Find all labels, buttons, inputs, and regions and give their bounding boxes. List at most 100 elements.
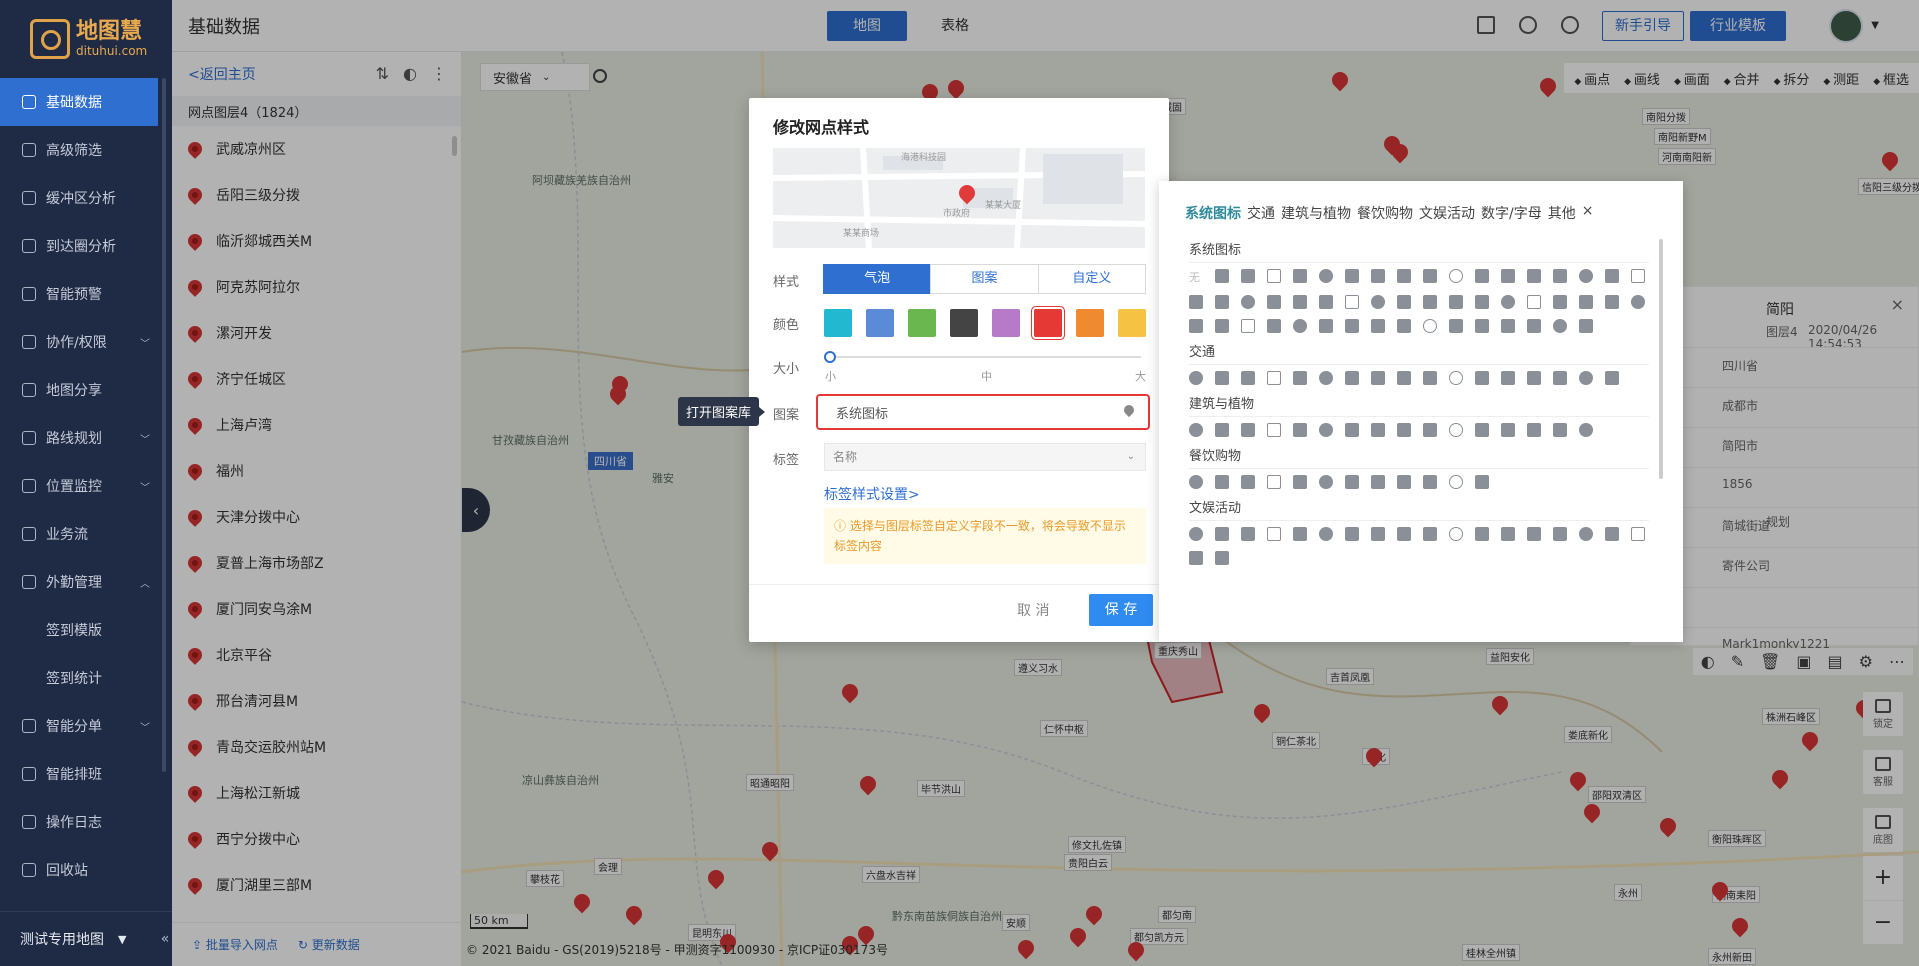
symbol-icon[interactable] — [1579, 295, 1593, 309]
pattern-input[interactable]: 系统图标 — [816, 394, 1150, 430]
symbol-icon[interactable] — [1267, 475, 1281, 489]
nav-sub-item[interactable]: 签到统计 — [0, 654, 172, 702]
symbol-icon[interactable] — [1449, 319, 1463, 333]
symbol-icon[interactable] — [1397, 295, 1411, 309]
symbol-icon[interactable] — [1579, 371, 1593, 385]
symbol-icon[interactable] — [1371, 319, 1385, 333]
nav-item[interactable]: 智能分单 ﹀ — [0, 702, 172, 750]
symbol-icon[interactable] — [1423, 295, 1437, 309]
symbol-icon[interactable] — [1241, 269, 1255, 283]
nav-item[interactable]: 高级筛选 — [0, 126, 172, 174]
symbol-icon[interactable] — [1293, 423, 1307, 437]
symbol-icon[interactable] — [1319, 269, 1333, 283]
nav-item[interactable]: 到达圈分析 — [0, 222, 172, 270]
symbol-icon[interactable] — [1241, 295, 1255, 309]
symbol-icon[interactable] — [1527, 371, 1541, 385]
symbol-icon[interactable] — [1631, 527, 1645, 541]
symbol-icon[interactable] — [1267, 269, 1281, 283]
symbol-icon[interactable] — [1319, 423, 1333, 437]
symbol-icon[interactable] — [1605, 527, 1619, 541]
size-slider[interactable] — [824, 351, 1141, 363]
symbol-icon[interactable] — [1423, 527, 1437, 541]
symbol-icon[interactable] — [1449, 371, 1463, 385]
symbol-icon[interactable] — [1345, 527, 1359, 541]
collapse-nav-icon[interactable]: « — [158, 919, 172, 959]
symbol-icon[interactable] — [1267, 295, 1281, 309]
nav-footer[interactable]: 测试专用地图 ▼ « — [0, 911, 172, 966]
symbol-icon[interactable] — [1553, 423, 1567, 437]
current-map-select[interactable]: 测试专用地图 — [20, 929, 104, 949]
symbol-icon[interactable] — [1449, 527, 1463, 541]
nav-item[interactable]: 业务流 — [0, 510, 172, 558]
symbol-icon[interactable] — [1527, 423, 1541, 437]
symbol-icon[interactable] — [1189, 423, 1203, 437]
symbol-icon[interactable] — [1631, 269, 1645, 283]
symbol-icon[interactable] — [1215, 551, 1229, 565]
caret-down-icon[interactable]: ▼ — [118, 933, 126, 946]
symbol-icon[interactable] — [1215, 371, 1229, 385]
nav-item[interactable]: 基础数据 — [0, 78, 158, 126]
symbol-icon[interactable] — [1319, 295, 1333, 309]
symbol-icon[interactable] — [1579, 423, 1593, 437]
nav-item[interactable]: 智能预警 — [0, 270, 172, 318]
nav-item[interactable]: 操作日志 — [0, 798, 172, 846]
symbol-icon[interactable] — [1475, 319, 1489, 333]
symbol-icon[interactable] — [1423, 269, 1437, 283]
symbol-icon[interactable] — [1319, 319, 1333, 333]
symbol-icon[interactable] — [1293, 295, 1307, 309]
icon-category-tab[interactable]: 交通 — [1247, 203, 1275, 223]
nav-item[interactable]: 缓冲区分析 — [0, 174, 172, 222]
symbol-icon[interactable] — [1449, 269, 1463, 283]
symbol-icon[interactable] — [1605, 371, 1619, 385]
symbol-icon[interactable] — [1215, 423, 1229, 437]
symbol-icon[interactable] — [1553, 371, 1567, 385]
symbol-icon[interactable] — [1527, 527, 1541, 541]
symbol-icon[interactable] — [1501, 423, 1515, 437]
symbol-icon[interactable] — [1527, 295, 1541, 309]
icon-category-tab[interactable]: 其他 — [1548, 203, 1576, 223]
nav-sub-item[interactable]: 签到模版 — [0, 606, 172, 654]
symbol-icon[interactable] — [1293, 527, 1307, 541]
color-swatch[interactable] — [824, 309, 852, 337]
symbol-icon[interactable] — [1475, 371, 1489, 385]
symbol-icon[interactable] — [1189, 475, 1203, 489]
symbol-icon[interactable] — [1345, 371, 1359, 385]
icon-library-scrollbar[interactable] — [1659, 239, 1663, 479]
symbol-icon[interactable] — [1345, 475, 1359, 489]
symbol-icon[interactable] — [1215, 475, 1229, 489]
symbol-icon[interactable] — [1449, 423, 1463, 437]
symbol-icon[interactable] — [1293, 371, 1307, 385]
nav-item[interactable]: 路线规划 ﹀ — [0, 414, 172, 462]
symbol-icon[interactable] — [1397, 371, 1411, 385]
symbol-icon[interactable] — [1553, 269, 1567, 283]
size-slider-handle[interactable] — [824, 351, 836, 363]
label-field-select[interactable]: 名称 ⌄ — [824, 443, 1146, 471]
color-swatch[interactable] — [992, 309, 1020, 337]
symbol-icon[interactable] — [1553, 527, 1567, 541]
color-swatch[interactable] — [1076, 309, 1104, 337]
cancel-button[interactable]: 取 消 — [1017, 600, 1049, 620]
symbol-icon[interactable] — [1475, 269, 1489, 283]
close-icon[interactable]: × — [1582, 203, 1594, 223]
color-swatch[interactable] — [950, 309, 978, 337]
symbol-icon[interactable] — [1189, 551, 1203, 565]
logo[interactable]: 地图慧 dituhui.com — [0, 0, 172, 78]
symbol-icon[interactable] — [1553, 295, 1567, 309]
symbol-icon[interactable] — [1449, 295, 1463, 309]
color-swatch[interactable] — [1032, 307, 1064, 339]
style-tab-custom[interactable]: 自定义 — [1037, 264, 1146, 294]
symbol-icon[interactable] — [1189, 527, 1203, 541]
symbol-icon[interactable] — [1579, 269, 1593, 283]
symbol-icon[interactable] — [1241, 475, 1255, 489]
symbol-icon[interactable] — [1553, 319, 1567, 333]
symbol-icon[interactable] — [1605, 295, 1619, 309]
symbol-icon[interactable] — [1267, 423, 1281, 437]
symbol-icon[interactable] — [1475, 475, 1489, 489]
symbol-icon[interactable] — [1579, 527, 1593, 541]
icon-category-tab[interactable]: 文娱活动 — [1419, 203, 1475, 223]
symbol-icon[interactable] — [1267, 319, 1281, 333]
symbol-icon[interactable] — [1371, 423, 1385, 437]
symbol-icon[interactable] — [1501, 371, 1515, 385]
symbol-icon[interactable] — [1527, 269, 1541, 283]
nav-item[interactable]: 协作/权限 ﹀ — [0, 318, 172, 366]
